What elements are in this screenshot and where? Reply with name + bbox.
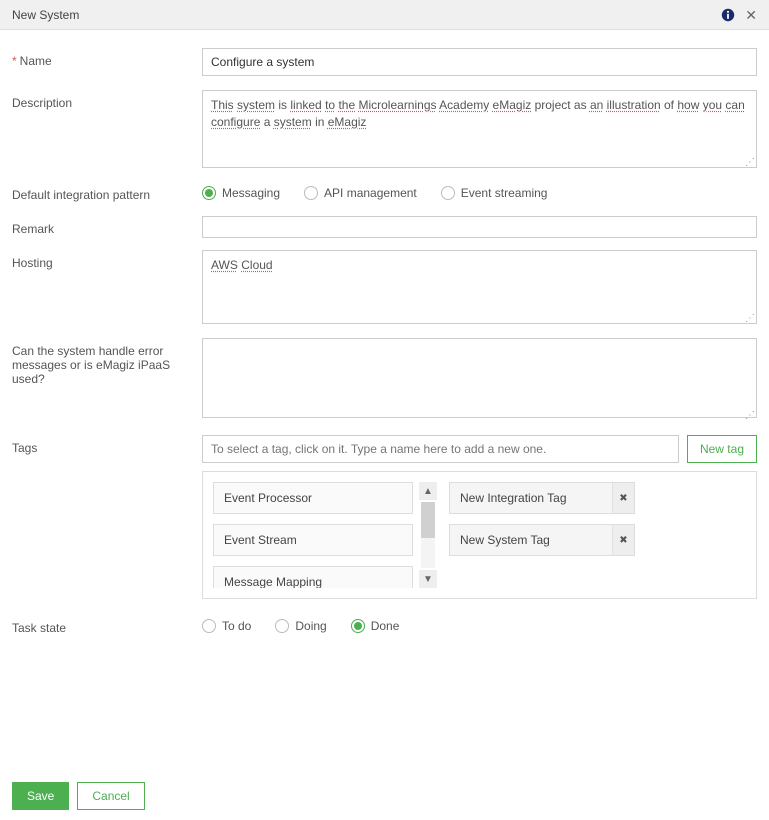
cancel-button[interactable]: Cancel <box>77 782 144 810</box>
label-description: Description <box>12 90 202 168</box>
tags-panel: Event Processor Event Stream Message Map… <box>202 471 757 599</box>
label-tags: Tags <box>12 435 202 599</box>
scroll-track[interactable] <box>421 502 435 568</box>
radio-done[interactable]: Done <box>351 619 400 633</box>
label-name: *Name <box>12 48 202 76</box>
titlebar: New System ✕ <box>0 0 769 30</box>
label-remark: Remark <box>12 216 202 238</box>
radio-event-streaming[interactable]: Event streaming <box>441 186 548 200</box>
label-taskstate: Task state <box>12 615 202 635</box>
tags-scrollbar: ▲ ▼ <box>419 482 437 588</box>
row-description: Description This system is linked to the… <box>12 90 757 168</box>
info-icon[interactable] <box>721 8 735 22</box>
save-button[interactable]: Save <box>12 782 69 810</box>
available-tags-list: Event Processor Event Stream Message Map… <box>213 482 413 588</box>
tags-search-input[interactable] <box>202 435 679 463</box>
footer: Save Cancel <box>0 772 769 820</box>
remove-tag-icon[interactable]: ✖ <box>612 525 634 555</box>
row-hosting: Hosting AWS Cloud <box>12 250 757 324</box>
remark-input[interactable] <box>202 216 757 238</box>
radio-api-management[interactable]: API management <box>304 186 417 200</box>
titlebar-icons: ✕ <box>721 8 757 22</box>
description-textarea[interactable]: This system is linked to the Microlearni… <box>202 90 757 168</box>
dialog-title: New System <box>12 8 79 22</box>
radio-todo[interactable]: To do <box>202 619 251 633</box>
row-tags: Tags New tag Event Processor Event Strea… <box>12 435 757 599</box>
close-icon[interactable]: ✕ <box>745 8 757 22</box>
row-name: *Name <box>12 48 757 76</box>
row-error-q: Can the system handle error messages or … <box>12 338 757 421</box>
row-taskstate: Task state To do Doing Done <box>12 615 757 635</box>
scroll-thumb[interactable] <box>421 502 435 538</box>
available-tag[interactable]: Event Stream <box>213 524 413 556</box>
label-integration: Default integration pattern <box>12 182 202 202</box>
radio-messaging[interactable]: Messaging <box>202 186 280 200</box>
available-tag[interactable]: Message Mapping <box>213 566 413 588</box>
name-input[interactable] <box>202 48 757 76</box>
remove-tag-icon[interactable]: ✖ <box>612 483 634 513</box>
label-error-q: Can the system handle error messages or … <box>12 338 202 421</box>
selected-tag: New Integration Tag ✖ <box>449 482 635 514</box>
available-tag[interactable]: Event Processor <box>213 482 413 514</box>
label-hosting: Hosting <box>12 250 202 324</box>
radio-doing[interactable]: Doing <box>275 619 326 633</box>
selected-tag-label: New Integration Tag <box>450 483 612 513</box>
row-integration: Default integration pattern Messaging AP… <box>12 182 757 202</box>
selected-tags-list: New Integration Tag ✖ New System Tag ✖ <box>443 482 746 588</box>
row-remark: Remark <box>12 216 757 238</box>
scroll-down-icon[interactable]: ▼ <box>419 570 437 588</box>
scroll-up-icon[interactable]: ▲ <box>419 482 437 500</box>
new-tag-button[interactable]: New tag <box>687 435 757 463</box>
selected-tag: New System Tag ✖ <box>449 524 635 556</box>
hosting-textarea[interactable]: AWS Cloud <box>202 250 757 324</box>
selected-tag-label: New System Tag <box>450 525 612 555</box>
error-q-textarea[interactable] <box>202 338 757 418</box>
